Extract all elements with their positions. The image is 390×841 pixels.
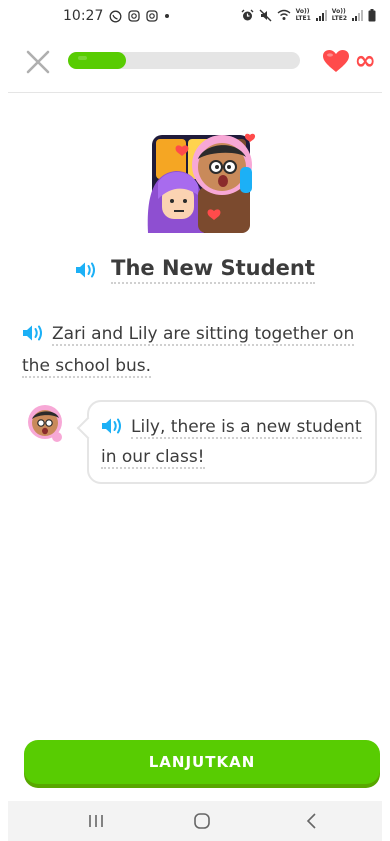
continue-button[interactable]: LANJUTKAN: [24, 740, 380, 784]
speech-bubble-text: Lily, there is a new student in our clas…: [101, 412, 371, 472]
close-button[interactable]: [22, 46, 54, 78]
alarm-icon: [241, 9, 254, 22]
recent-apps-button[interactable]: [84, 811, 108, 831]
story-title[interactable]: The New Student: [111, 256, 315, 284]
header-divider: [8, 92, 382, 93]
progress-bar: [68, 52, 300, 69]
network-1-lte: LTE1: [295, 15, 311, 22]
progress-fill: [68, 52, 126, 69]
status-bar: 10:27 Vo)) LTE1 Vo)) LTE2: [0, 0, 390, 34]
zari-avatar: [25, 402, 69, 446]
home-button[interactable]: [190, 811, 214, 831]
story-illustration: [140, 125, 260, 235]
signal-1-icon: [315, 9, 327, 21]
hearts-counter[interactable]: ∞: [322, 46, 376, 76]
dialog-text[interactable]: Lily, there is a new student in our clas…: [101, 417, 362, 469]
heart-icon: [323, 50, 350, 72]
instagram-icon-2: [146, 10, 159, 22]
status-time: 10:27: [63, 8, 104, 24]
network-2-label: Vo)) LTE2: [332, 8, 347, 22]
dialog-line: Lily, there is a new student in our clas…: [25, 400, 380, 490]
home-icon: [194, 813, 210, 829]
signal-2-icon: [352, 9, 363, 21]
story-title-row: The New Student: [0, 256, 390, 284]
network-1-label: Vo)) LTE1: [296, 8, 311, 22]
network-2-volte: Vo)): [331, 8, 346, 15]
network-2-lte: LTE2: [331, 15, 347, 22]
android-nav-bar: [8, 801, 382, 841]
back-button[interactable]: [300, 811, 324, 831]
instagram-icon: [128, 10, 141, 22]
dialog-audio-button[interactable]: [101, 417, 123, 435]
recent-apps-icon: [89, 815, 103, 827]
speech-bubble-tail: [76, 416, 100, 440]
mute-icon: [259, 9, 272, 22]
back-icon: [306, 813, 316, 829]
network-1-volte: Vo)): [295, 8, 310, 15]
notification-dot-icon: [164, 13, 170, 19]
close-icon: [26, 50, 50, 74]
battery-icon: [368, 8, 376, 22]
speaker-icon: [76, 262, 96, 278]
title-audio-button[interactable]: [75, 261, 97, 279]
narration-text[interactable]: Zari and Lily are sitting together on th…: [22, 324, 355, 378]
status-right: Vo)) LTE1 Vo)) LTE2: [241, 8, 376, 22]
speech-bubble: Lily, there is a new student in our clas…: [76, 400, 377, 484]
wifi-icon: [277, 9, 291, 21]
narration-line: Zari and Lily are sitting together on th…: [22, 318, 372, 382]
lesson-header: ∞: [0, 40, 390, 86]
whatsapp-icon: [109, 10, 122, 23]
narration-audio-button[interactable]: [22, 324, 44, 342]
progress-shine: [78, 56, 87, 60]
speaker-icon: [23, 325, 42, 341]
status-left: 10:27: [63, 8, 170, 24]
speaker-icon: [102, 418, 121, 434]
hearts-value: ∞: [354, 46, 376, 76]
